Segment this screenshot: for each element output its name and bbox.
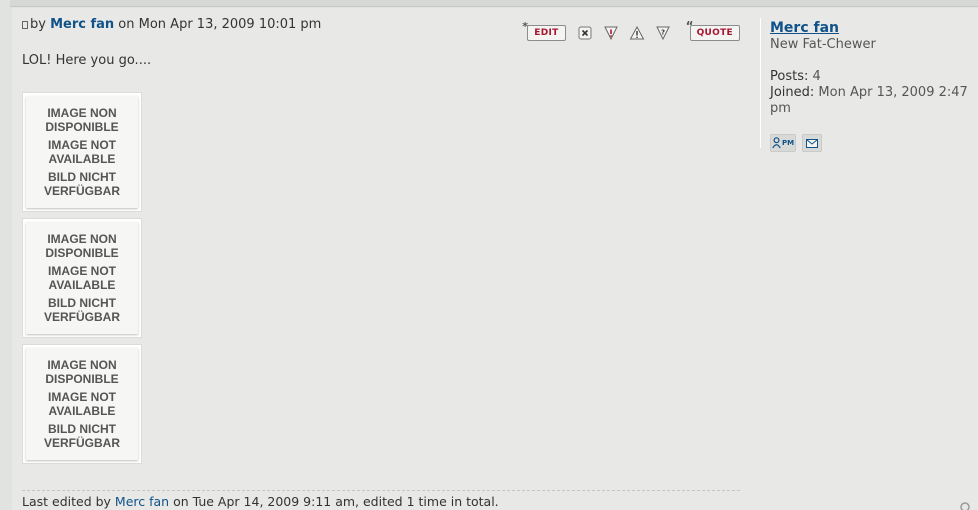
placeholder-text: AVAILABLE	[48, 152, 116, 166]
placeholder-text: VERFÜGBAR	[43, 436, 120, 450]
post-profile: Merc fan New Fat-Chewer Posts: 4 Joined:…	[760, 18, 970, 152]
edit-notice-suffix: on Tue Apr 14, 2009 9:11 am, edited 1 ti…	[169, 494, 499, 509]
quote-mark-icon: “	[685, 19, 694, 33]
profile-posts: Posts: 4	[770, 69, 970, 85]
top-bar	[10, 0, 978, 7]
profile-joined: Joined: Mon Apr 13, 2009 2:47 pm	[770, 85, 970, 117]
profile-username-link[interactable]: Merc fan	[770, 20, 839, 36]
edit-notice-prefix: Last edited by	[22, 494, 115, 509]
placeholder-text: IMAGE NON	[47, 358, 117, 372]
profile-rank: New Fat-Chewer	[770, 37, 876, 52]
placeholder-text: DISPONIBLE	[45, 372, 119, 386]
profile-contact: PM	[770, 134, 828, 152]
pm-button[interactable]: PM	[770, 134, 796, 152]
edit-notice-user-link[interactable]: Merc fan	[115, 494, 169, 509]
date-prefix: on	[114, 17, 139, 32]
report-icon[interactable]	[603, 25, 619, 41]
user-icon	[772, 137, 781, 149]
placeholder-text: IMAGE NOT	[48, 264, 116, 278]
warn-icon[interactable]	[629, 25, 645, 41]
placeholder-text: IMAGE NON	[47, 232, 117, 246]
quote-button[interactable]: “ QUOTE	[686, 19, 740, 41]
placeholder-text: IMAGE NON	[47, 106, 117, 120]
attachment-image-3[interactable]: IMAGE NON DISPONIBLE IMAGE NOT AVAILABLE…	[22, 344, 142, 464]
placeholder-text: BILD NICHT	[47, 296, 116, 310]
info-icon[interactable]: ?	[655, 25, 671, 41]
attachment-image-1[interactable]: IMAGE NON DISPONIBLE IMAGE NOT AVAILABLE…	[22, 92, 142, 212]
post-body: by Merc fan on Mon Apr 13, 2009 10:01 pm…	[22, 16, 740, 509]
image-unavailable-placeholder: IMAGE NON DISPONIBLE IMAGE NOT AVAILABLE…	[26, 222, 138, 334]
placeholder-text: VERFÜGBAR	[43, 184, 120, 198]
placeholder-text: DISPONIBLE	[45, 246, 119, 260]
placeholder-text: VERFÜGBAR	[43, 310, 120, 324]
edit-star-icon: *	[522, 20, 529, 33]
placeholder-text: BILD NICHT	[47, 422, 116, 436]
by-label: by	[30, 17, 51, 32]
post-date: Mon Apr 13, 2009 10:01 pm	[138, 17, 322, 32]
email-button[interactable]	[802, 134, 822, 152]
back-to-top-icon[interactable]	[958, 500, 972, 510]
attachment-image-2[interactable]: IMAGE NON DISPONIBLE IMAGE NOT AVAILABLE…	[22, 218, 142, 338]
pm-label: PM	[781, 139, 795, 147]
placeholder-text: IMAGE NOT	[48, 138, 116, 152]
post-buttons: * EDIT ? “ QUOTE	[522, 19, 740, 41]
placeholder-text: AVAILABLE	[48, 278, 116, 292]
post-message: LOL! Here you go....	[22, 53, 152, 68]
svg-text:?: ?	[661, 29, 665, 37]
placeholder-text: AVAILABLE	[48, 404, 116, 418]
edit-button[interactable]: * EDIT	[522, 20, 566, 41]
edit-label: EDIT	[534, 28, 559, 38]
post-author-link[interactable]: Merc fan	[50, 17, 114, 32]
image-unavailable-placeholder: IMAGE NON DISPONIBLE IMAGE NOT AVAILABLE…	[26, 96, 138, 208]
post-icon[interactable]	[22, 21, 28, 29]
post-author-line: by Merc fan on Mon Apr 13, 2009 10:01 pm	[22, 16, 321, 34]
posts-label: Posts:	[770, 69, 809, 84]
forum-post: by Merc fan on Mon Apr 13, 2009 10:01 pm…	[12, 8, 978, 510]
quote-label: QUOTE	[696, 28, 733, 38]
placeholder-text: IMAGE NOT	[48, 390, 116, 404]
joined-label: Joined:	[770, 85, 815, 100]
envelope-icon	[806, 138, 818, 148]
delete-icon[interactable]	[577, 25, 593, 41]
notice-divider	[22, 490, 740, 491]
edit-notice: Last edited by Merc fan on Tue Apr 14, 2…	[22, 494, 499, 509]
image-unavailable-placeholder: IMAGE NON DISPONIBLE IMAGE NOT AVAILABLE…	[26, 348, 138, 460]
posts-value: 4	[808, 69, 821, 84]
placeholder-text: DISPONIBLE	[45, 120, 119, 134]
placeholder-text: BILD NICHT	[47, 170, 116, 184]
